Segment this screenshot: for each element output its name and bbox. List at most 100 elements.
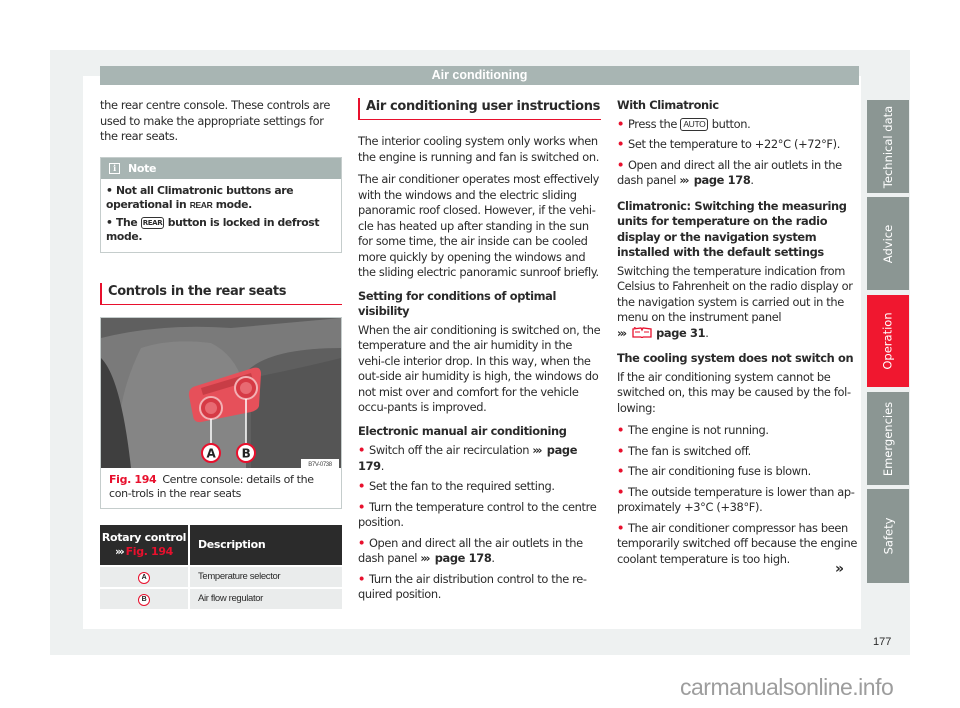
bullet-icon: • <box>617 157 624 172</box>
ref-arrows: ››› <box>617 325 627 340</box>
rear-label: REAR <box>189 200 213 210</box>
list-item: • The air conditioner compressor has been… <box>617 521 860 568</box>
chapter-header: Air conditioning <box>100 66 859 85</box>
tab-operation[interactable]: Operation <box>867 295 909 387</box>
label-a-icon: A <box>138 571 150 584</box>
callout-a-label: A <box>207 446 217 460</box>
subheading-measuring-units: Climatronic: Switching the measuring uni… <box>617 198 847 260</box>
header-rotary-control: Rotary control ››› Fig. 194 <box>100 524 190 565</box>
paragraph: Switching the temperature indication fro… <box>617 263 853 325</box>
bullet-icon: • <box>617 443 624 458</box>
bullet-icon: • <box>358 535 365 550</box>
note-item: • Not all Climatronic buttons are operat… <box>106 183 294 212</box>
bullet-icon: • <box>617 464 624 478</box>
section-title-user-instructions: Air conditioning user instructions <box>358 98 601 120</box>
tab-label: Technical data <box>881 105 895 188</box>
list-item: • The outside temperature is lower than a… <box>617 485 860 516</box>
page-link[interactable]: page 31 <box>656 326 705 340</box>
ref-arrows: ››› <box>420 551 430 565</box>
intro-paragraph: the rear centre console. These controls … <box>100 98 330 143</box>
list-item: • Turn the air distribution control to th… <box>358 572 601 603</box>
note-item: • The REAR button is locked in defrost m… <box>106 215 320 244</box>
list-text: Turn the temperature control to the cent… <box>358 499 597 530</box>
figure-link[interactable]: Fig. 194 <box>126 545 174 558</box>
list-item: • Turn the temperature control to the cen… <box>358 500 601 531</box>
list-item: • Open and direct all the air outlets in … <box>358 536 601 567</box>
note-text: mode. <box>212 198 252 211</box>
table-row: B Air flow regulator <box>100 588 342 609</box>
ref-arrows: ››› <box>532 443 542 457</box>
subheading-climatronic: With Climatronic <box>617 98 719 112</box>
tab-emergencies[interactable]: Emergencies <box>867 392 909 485</box>
list-text: The engine is not running. <box>627 423 769 437</box>
tab-advice[interactable]: Advice <box>867 197 909 290</box>
row-description: Temperature selector <box>190 566 342 587</box>
list-item: • Set the fan to the required setting. <box>358 479 601 495</box>
bullet-icon: • <box>617 116 624 131</box>
column-1: the rear centre console. These controls … <box>100 98 342 611</box>
note-title: Note <box>128 161 157 175</box>
header-description: Description <box>190 524 342 565</box>
rear-button-icon: REAR <box>140 216 165 229</box>
bullet-icon: • <box>617 484 624 499</box>
subheading-manual-ac: Electronic manual air conditioning <box>358 423 567 438</box>
bullet-icon: • <box>358 479 365 493</box>
note-body: • Not all Climatronic buttons are operat… <box>101 178 341 252</box>
paragraph: The interior cooling system only works w… <box>358 134 599 164</box>
list-item: • The fan is switched off. <box>617 444 860 460</box>
info-icon: i <box>109 162 120 174</box>
tab-label: Safety <box>880 517 895 555</box>
column-3: With Climatronic • Press the AUTO button.… <box>617 98 860 572</box>
note-header: i Note <box>101 157 341 179</box>
console-illustration: A B B7V-0738 <box>101 317 341 468</box>
ref-arrows: ››› <box>115 544 125 558</box>
tab-safety[interactable]: Safety <box>867 489 909 583</box>
label-b-icon: B <box>138 593 150 606</box>
list-text: Press the <box>627 116 681 131</box>
list-item: • Press the AUTO button. <box>617 117 860 133</box>
tab-label: Operation <box>881 312 896 370</box>
list-text: Set the temperature to +22°C (+72°F). <box>627 137 841 151</box>
bullet-icon: • <box>358 499 365 514</box>
console-photo: A B B7V-0738 <box>101 317 341 468</box>
bullet-icon: • <box>358 571 365 586</box>
list-item: • The air conditioning fuse is blown. <box>617 464 860 480</box>
page-link[interactable]: page 178 <box>435 551 492 565</box>
rotary-control-table: Rotary control ››› Fig. 194 Description A… <box>100 523 342 611</box>
list-text: The air conditioner compressor has been … <box>617 520 858 566</box>
list-text: button. <box>708 116 751 131</box>
page-link[interactable]: page 178 <box>694 173 751 187</box>
table-header-row: Rotary control ››› Fig. 194 Description <box>100 524 342 565</box>
bullet-icon: • <box>358 443 365 457</box>
table-row: A Temperature selector <box>100 566 342 587</box>
list-item: • Switch off the air recirculation ››› pa… <box>358 443 601 474</box>
punct: . <box>380 458 385 473</box>
paragraph: When the air conditioning is switched on… <box>358 322 601 415</box>
callout-b-label: B <box>242 446 251 460</box>
figure-number: Fig. 194 <box>109 472 157 486</box>
list-item: • Set the temperature to +22°C (+72°F). <box>617 137 860 153</box>
note-box: i Note • Not all Climatronic buttons are… <box>100 156 342 253</box>
row-description: Air flow regulator <box>190 588 342 609</box>
list-text: Switch off the air recirculation <box>368 443 533 457</box>
tab-label: Emergencies <box>881 401 896 476</box>
paragraph: The air conditioner operates most effect… <box>358 172 600 279</box>
page-ref-line: ››› page 31. <box>617 325 709 340</box>
list-item: • Open and direct all the air outlets in … <box>617 157 842 188</box>
auto-button-icon: AUTO <box>680 117 709 131</box>
book-icon <box>632 326 652 338</box>
list-text: The outside temperature is lower than ap… <box>617 484 855 515</box>
list-item: • The engine is not running. <box>617 423 860 439</box>
paragraph: If the air conditioning system cannot be… <box>617 369 851 415</box>
section-title-controls-rear: Controls in the rear seats <box>100 282 342 305</box>
subheading-cooling: The cooling system does not switch on <box>617 351 854 365</box>
header-text: Rotary control <box>101 530 187 544</box>
note-text: The <box>115 215 141 229</box>
list-text: The air conditioning fuse is blown. <box>627 464 811 478</box>
list-text: Set the fan to the required setting. <box>368 479 555 493</box>
tab-technical-data[interactable]: Technical data <box>867 100 909 193</box>
list-text: Turn the air distribution control to the… <box>358 571 587 602</box>
image-code: B7V-0738 <box>308 462 333 468</box>
tab-label: Advice <box>881 224 895 263</box>
continue-icon: » <box>835 561 844 577</box>
